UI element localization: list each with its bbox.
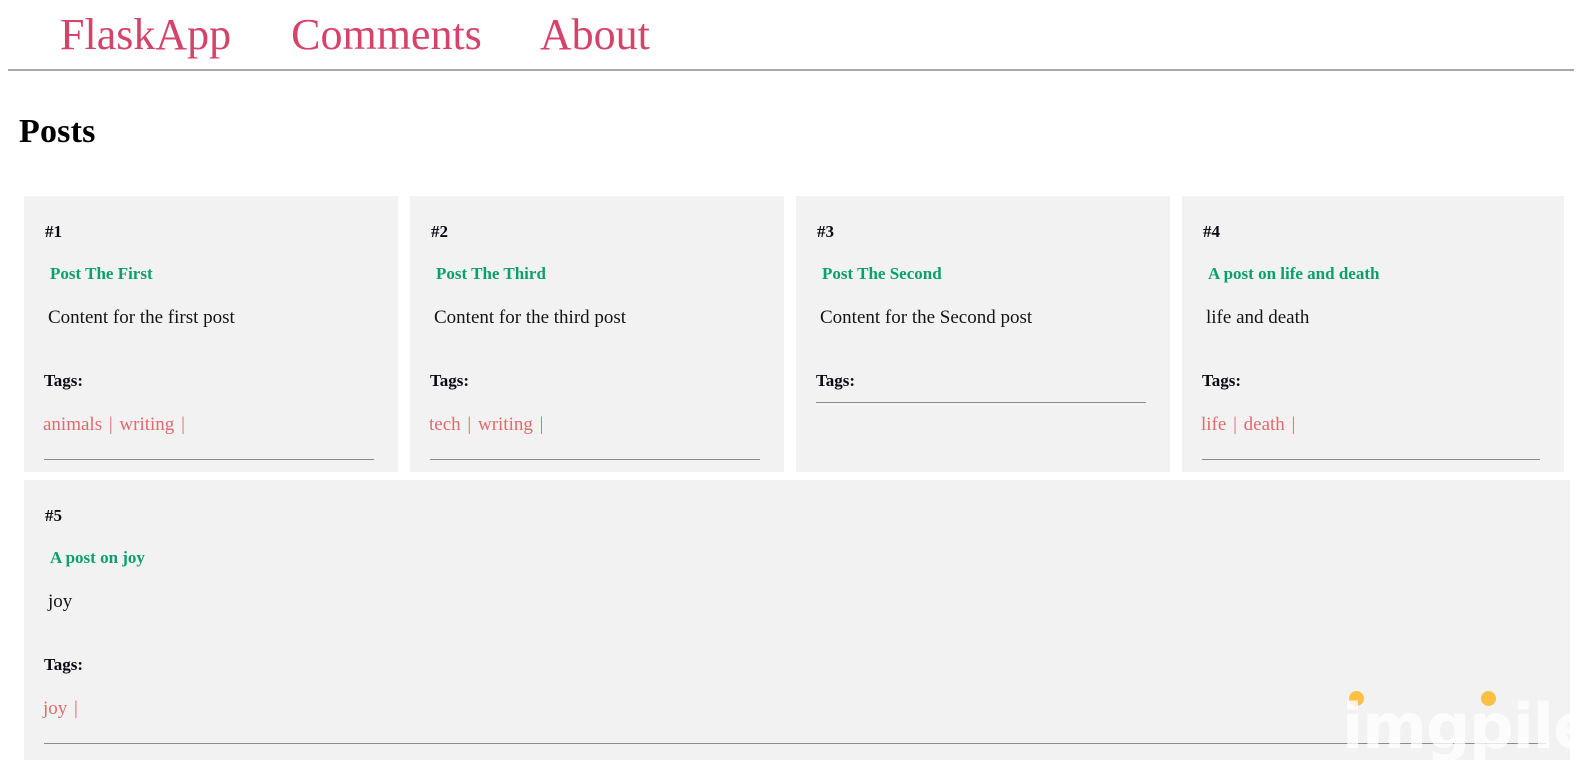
tag-separator: | [176, 413, 185, 435]
tag-link[interactable]: animals [43, 414, 102, 435]
tag-link[interactable]: life [1201, 414, 1226, 435]
card-divider [816, 401, 1146, 403]
tag-link[interactable]: writing [119, 414, 174, 435]
tag-link[interactable]: tech [429, 414, 461, 435]
post-card[interactable]: #1 Post The First Content for the first … [24, 196, 398, 472]
post-content: life and death [1206, 306, 1310, 328]
post-content: Content for the third post [434, 306, 627, 328]
card-divider [430, 458, 760, 460]
post-title-link[interactable]: Post The First [50, 264, 374, 284]
nav-link-flaskapp[interactable]: FlaskApp [60, 13, 231, 57]
post-content: Content for the Second post [820, 306, 1033, 328]
tag-list: animals | writing | [43, 414, 374, 437]
post-title-link[interactable]: A post on joy [50, 548, 1546, 568]
tag-list: life | death | [1201, 414, 1540, 437]
card-divider [44, 458, 374, 460]
tag-separator: | [104, 413, 118, 435]
nav-link-comments[interactable]: Comments [291, 13, 482, 57]
post-id: #1 [45, 222, 62, 241]
post-title-link[interactable]: Post The Third [436, 264, 760, 284]
post-content: joy [48, 590, 73, 612]
main-navbar: FlaskApp Comments About [0, 0, 1582, 71]
post-id: #5 [45, 506, 62, 525]
post-title-link[interactable]: Post The Second [822, 264, 1146, 284]
card-divider [1202, 458, 1540, 460]
post-id: #3 [817, 222, 834, 241]
tag-separator: | [534, 413, 544, 435]
tag-link[interactable]: writing [478, 414, 533, 435]
post-content: Content for the first post [48, 306, 235, 328]
post-card[interactable]: #4 A post on life and death life and dea… [1182, 196, 1564, 472]
tag-separator: | [462, 413, 476, 435]
tags-label: Tags: [1202, 370, 1242, 390]
post-card[interactable]: #2 Post The Third Content for the third … [410, 196, 784, 472]
post-title-link[interactable]: A post on life and death [1208, 264, 1540, 284]
page-title: Posts [19, 113, 96, 150]
posts-row-bottom: #5 A post on joy joy Tags: joy | [0, 480, 1582, 760]
tag-link[interactable]: death [1244, 414, 1285, 435]
tags-label: Tags: [816, 370, 856, 390]
navbar-divider [8, 69, 1574, 71]
tag-list [815, 391, 1146, 392]
card-divider [44, 742, 1546, 744]
navbar-links: FlaskApp Comments About [0, 0, 1582, 70]
tags-label: Tags: [430, 370, 470, 390]
tag-separator: | [1228, 413, 1242, 435]
post-id: #4 [1203, 222, 1220, 241]
tags-label: Tags: [44, 370, 84, 390]
post-card[interactable]: #5 A post on joy joy Tags: joy | [24, 480, 1570, 760]
tag-link[interactable]: joy [43, 698, 67, 719]
tag-list: joy | [43, 698, 1546, 721]
nav-link-about[interactable]: About [540, 13, 650, 57]
tag-list: tech | writing | [429, 414, 760, 437]
tags-label: Tags: [44, 654, 84, 674]
tag-separator: | [69, 697, 78, 719]
tag-separator: | [1286, 413, 1296, 435]
post-card[interactable]: #3 Post The Second Content for the Secon… [796, 196, 1170, 472]
post-id: #2 [431, 222, 448, 241]
posts-grid: #1 Post The First Content for the first … [0, 196, 1582, 760]
posts-row-top: #1 Post The First Content for the first … [0, 196, 1582, 472]
